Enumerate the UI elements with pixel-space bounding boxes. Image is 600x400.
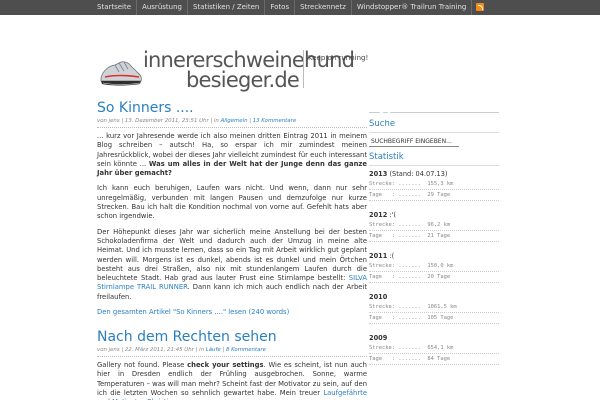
nav-ausruestung[interactable]: Ausrüstung bbox=[137, 0, 188, 15]
post-category-link[interactable]: Läufe bbox=[206, 347, 221, 353]
post-title[interactable]: So Kinners .... bbox=[97, 100, 194, 116]
nav-fotos[interactable]: Fotos bbox=[265, 0, 296, 15]
stat-block-2013: 2013 (Stand: 04.07.13) Strecke: ....... … bbox=[369, 169, 499, 201]
stat-year: 2011 :( bbox=[369, 252, 395, 260]
post-meta-text: von jens | 13. Dezember 2011, 23:51 Uhr … bbox=[97, 118, 221, 124]
stat-block-2009: 2009 Strecke: ....... 654,1 km Tage : ..… bbox=[369, 333, 499, 365]
stat-days: Tage : ....... 21 Tage bbox=[369, 231, 499, 242]
post-paragraph: Ich kann euch beruhigen, Laufen wars nic… bbox=[97, 184, 367, 221]
post-category-link[interactable]: Allgemein bbox=[221, 118, 248, 124]
stat-days: Tage : ....... 105 Tage bbox=[369, 313, 499, 324]
stat-year: 2012 :'( bbox=[369, 211, 397, 219]
post-meta: von jens | 22. März 2011, 21:45 Uhr | in… bbox=[97, 346, 367, 358]
top-navigation: Startseite Ausrüstung Statistiken / Zeit… bbox=[0, 0, 600, 15]
search-input[interactable] bbox=[369, 136, 459, 147]
nav-streckennetz[interactable]: Streckennetz bbox=[295, 0, 352, 15]
stat-block-2011: 2011 :( Strecke: ....... 150,0 km Tage :… bbox=[369, 251, 499, 283]
post-title[interactable]: Nach dem Rechten sehen bbox=[97, 329, 277, 345]
paragraph-bold-text: check your settings bbox=[187, 361, 264, 370]
site-tagline: Keep on running! bbox=[308, 54, 369, 62]
nav-statistiken[interactable]: Statistiken / Zeiten bbox=[188, 0, 266, 15]
post-paragraph: Der Höhepunkt dieses Jahr war sicherlich… bbox=[97, 228, 367, 302]
search-heading: Suche bbox=[369, 119, 499, 133]
nav-windstopper-training[interactable]: Windstopper® Trailrun Training bbox=[352, 0, 473, 15]
stat-block-2012: 2012 :'( Strecke: ....... 96,2 km Tage :… bbox=[369, 210, 499, 242]
stat-year: 2010 bbox=[369, 293, 388, 301]
stat-block-2010: 2010 Strecke: ....... 1061,5 km Tage : .… bbox=[369, 292, 499, 324]
paragraph-text: Gallery not found. Please bbox=[97, 361, 188, 370]
sidebar: Suche Statistik 2013 (Stand: 04.07.13) S… bbox=[369, 100, 499, 374]
stat-year: 2009 bbox=[369, 334, 388, 342]
site-logo-line2[interactable]: besieger.de bbox=[186, 68, 300, 92]
post-paragraph: Gallery not found. Please check your set… bbox=[97, 361, 367, 400]
nav-items: Startseite Ausrüstung Statistiken / Zeit… bbox=[92, 0, 485, 15]
post-meta: von jens | 13. Dezember 2011, 23:51 Uhr … bbox=[97, 117, 367, 128]
post-paragraph: ... kurz vor Jahresende werde ich also m… bbox=[97, 132, 367, 178]
post-body: ... kurz vor Jahresende werde ich also m… bbox=[97, 132, 367, 302]
stat-distance: Strecke: ....... 155,3 km bbox=[369, 179, 499, 190]
stat-days: Tage : ....... 20 Tage bbox=[369, 272, 499, 283]
stat-year: 2013 (Stand: 04.07.13) bbox=[369, 170, 448, 178]
statistics-heading: Statistik bbox=[369, 152, 499, 166]
stat-days: Tage : ....... 29 Tage bbox=[369, 190, 499, 201]
post-so-kinners: So Kinners .... von jens | 13. Dezember … bbox=[97, 100, 367, 316]
post-nach-dem-rechten-sehen: Nach dem Rechten sehen von jens | 22. Mä… bbox=[97, 329, 367, 400]
post-comments-link[interactable]: 13 Kommentare bbox=[253, 118, 296, 124]
read-more-link[interactable]: Den gesamten Artikel "So Kinners ...." l… bbox=[97, 308, 367, 316]
post-comments-link[interactable]: 8 Kommentare bbox=[226, 347, 266, 353]
main-content: So Kinners .... von jens | 13. Dezember … bbox=[97, 100, 367, 400]
header-divider bbox=[303, 50, 304, 88]
rss-feed-icon[interactable] bbox=[476, 3, 485, 11]
post-meta-text: von jens | 22. März 2011, 21:45 Uhr | in bbox=[97, 347, 206, 354]
paragraph-text: Der Höhepunkt dieses Jahr war sicherlich… bbox=[97, 227, 367, 283]
stat-distance: Strecke: ....... 150,0 km bbox=[369, 261, 499, 272]
stat-distance: Strecke: ....... 654,1 km bbox=[369, 343, 499, 354]
stat-days: Tage : ....... 84 Tage bbox=[369, 354, 499, 365]
running-shoe-icon bbox=[100, 61, 142, 86]
stat-distance: Strecke: ....... 96,2 km bbox=[369, 220, 499, 231]
nav-startseite[interactable]: Startseite bbox=[92, 0, 138, 15]
stat-distance: Strecke: ....... 1061,5 km bbox=[369, 302, 499, 313]
post-body: Gallery not found. Please check your set… bbox=[97, 361, 367, 400]
